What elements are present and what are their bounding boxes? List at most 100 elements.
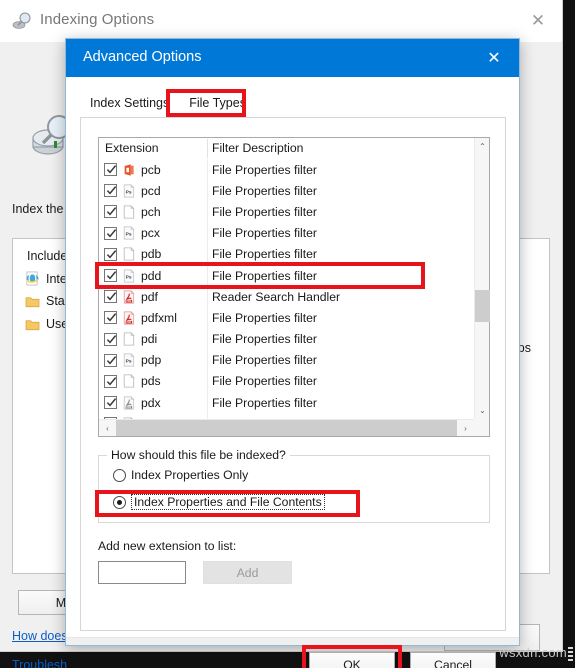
dialog-title: Advanced Options xyxy=(83,49,202,65)
svg-text:PDF: PDF xyxy=(127,300,132,303)
table-row[interactable]: PDF pdx File Properties filter xyxy=(99,392,474,413)
pdf-gray-file-icon: PDF xyxy=(122,395,136,410)
cell-filter-description: File Properties filter xyxy=(212,332,317,347)
photoshop-file-icon: Ps xyxy=(122,184,136,198)
dialog-footer: OK Cancel xyxy=(66,638,519,668)
indexing-options-titlebar: Indexing Options ✕ xyxy=(0,0,562,42)
checkbox-icon[interactable] xyxy=(104,374,117,388)
checkbox-icon[interactable] xyxy=(104,311,117,325)
svg-text:Ps: Ps xyxy=(126,274,132,280)
radio-label: Index Properties Only xyxy=(131,468,249,482)
radio-icon[interactable] xyxy=(113,495,126,509)
index-method-groupbox: How should this file be indexed? Index P… xyxy=(98,448,490,523)
photoshop-file-icon: Ps xyxy=(122,268,136,283)
checkbox-icon[interactable] xyxy=(104,247,117,261)
radio-index-properties-only[interactable]: Index Properties Only xyxy=(113,468,248,482)
checkbox-icon[interactable] xyxy=(104,290,117,304)
photoshop-file-icon: Ps xyxy=(122,226,136,240)
blank-file-icon xyxy=(122,205,136,219)
cell-filter-description: File Properties filter xyxy=(212,353,317,368)
indexing-options-title: Indexing Options xyxy=(40,11,155,28)
listview-rows: pcb File Properties filter Ps pcd File Prope… xyxy=(99,159,474,419)
table-row[interactable]: pch File Properties filter xyxy=(99,201,474,222)
scroll-down-icon[interactable]: ⌄ xyxy=(475,402,490,419)
folder-icon xyxy=(25,295,40,308)
screenshot-root: Indexing Options ✕ Index the Included In… xyxy=(0,0,575,668)
close-icon[interactable]: ✕ xyxy=(524,8,552,34)
list-item[interactable]: Star xyxy=(25,294,69,308)
watermark: wsxdn.com xyxy=(499,645,567,660)
cell-extension: pdi xyxy=(141,332,158,347)
dialog-body: Index Settings File Types Extension Filt… xyxy=(66,77,519,668)
scroll-up-icon[interactable]: ⌃ xyxy=(475,138,490,155)
horizontal-scrollbar[interactable]: ‹ › xyxy=(99,419,474,436)
tab-index-settings[interactable]: Index Settings xyxy=(80,92,179,115)
checkbox-icon[interactable] xyxy=(104,396,117,410)
troubleshoot-link[interactable]: Troublesh xyxy=(12,658,67,668)
office-file-icon xyxy=(122,163,136,177)
watermark-decoration xyxy=(568,647,573,661)
checkbox-icon[interactable] xyxy=(104,184,117,198)
checkbox-icon[interactable] xyxy=(104,163,117,177)
cancel-button[interactable]: Cancel xyxy=(410,652,496,668)
cell-extension: pcb xyxy=(141,162,161,177)
horizontal-scrollbar-thumb[interactable] xyxy=(116,420,457,436)
advanced-options-dialog: Advanced Options ✕ Index Settings File T… xyxy=(65,38,520,668)
cell-filter-description: File Properties filter xyxy=(212,395,317,410)
table-row[interactable]: Ps pdd File Properties filter xyxy=(99,265,474,286)
vertical-scrollbar[interactable]: ⌃ ⌄ xyxy=(474,138,490,419)
checkbox-icon[interactable] xyxy=(104,332,117,346)
cell-extension: pdp xyxy=(141,353,162,368)
column-header-extension[interactable]: Extension xyxy=(105,141,159,155)
table-row[interactable]: PDF pdf Reader Search Handler xyxy=(99,286,474,307)
tab-file-types[interactable]: File Types xyxy=(179,92,256,115)
checkbox-icon[interactable] xyxy=(104,205,117,219)
table-row[interactable]: Ps pcd File Properties filter xyxy=(99,180,474,201)
column-header-filter-description[interactable]: Filter Description xyxy=(212,141,303,155)
cell-filter-description: File Properties filter xyxy=(212,310,317,325)
file-types-listview[interactable]: Extension Filter Description pcb File Pro… xyxy=(98,137,490,437)
indexing-options-icon xyxy=(12,11,32,31)
add-extension-input[interactable] xyxy=(98,561,186,584)
svg-text:Ps: Ps xyxy=(126,189,132,195)
cell-filter-description: Reader Search Handler xyxy=(212,289,341,304)
cell-filter-description: File Properties filter xyxy=(212,204,317,219)
cell-filter-description: File Properties filter xyxy=(212,268,317,283)
table-row[interactable]: pdi File Properties filter xyxy=(99,329,474,350)
scroll-right-icon[interactable]: › xyxy=(457,420,474,436)
table-row[interactable]: pdb File Properties filter xyxy=(99,244,474,265)
cell-extension: pdx xyxy=(141,395,161,410)
blank-file-icon xyxy=(122,332,136,346)
radio-icon[interactable] xyxy=(113,468,126,482)
photoshop-file-icon: Ps xyxy=(122,353,136,367)
cell-extension: pcd xyxy=(141,183,161,198)
cell-filter-description: File Properties filter xyxy=(212,162,317,177)
scroll-left-icon[interactable]: ‹ xyxy=(99,420,116,436)
index-the-label: Index the xyxy=(12,202,64,216)
add-button[interactable]: Add xyxy=(203,561,292,584)
checkbox-icon[interactable] xyxy=(104,353,117,367)
svg-text:Ps: Ps xyxy=(126,359,132,365)
cell-extension: pdf xyxy=(141,289,158,304)
cell-extension: pcx xyxy=(141,226,160,241)
how-does-indexing-link[interactable]: How does xyxy=(12,629,68,643)
vertical-scrollbar-thumb[interactable] xyxy=(475,290,490,322)
table-row[interactable]: pcb File Properties filter xyxy=(99,159,474,180)
radio-label: Index Properties and File Contents xyxy=(131,494,325,510)
table-row[interactable]: PDF pdfxml File Properties filter xyxy=(99,307,474,328)
checkbox-icon[interactable] xyxy=(104,226,117,240)
cell-filter-description: File Properties filter xyxy=(212,374,317,389)
close-icon[interactable]: ✕ xyxy=(481,46,507,70)
ok-button[interactable]: OK xyxy=(309,652,395,668)
table-row[interactable]: Ps pdp File Properties filter xyxy=(99,350,474,371)
add-extension-label: Add new extension to list: xyxy=(98,539,237,553)
blank-file-icon xyxy=(122,247,136,261)
cell-extension: pdd xyxy=(141,268,162,283)
table-row[interactable]: Ps pcx File Properties filter xyxy=(99,223,474,244)
checkbox-icon[interactable] xyxy=(104,269,117,283)
svg-text:Ps: Ps xyxy=(126,232,132,238)
radio-index-properties-and-file-contents[interactable]: Index Properties and File Contents xyxy=(113,494,325,510)
cell-extension: pdb xyxy=(141,247,162,262)
pdf-file-icon: PDF xyxy=(122,311,136,325)
table-row[interactable]: pds File Properties filter xyxy=(99,371,474,392)
